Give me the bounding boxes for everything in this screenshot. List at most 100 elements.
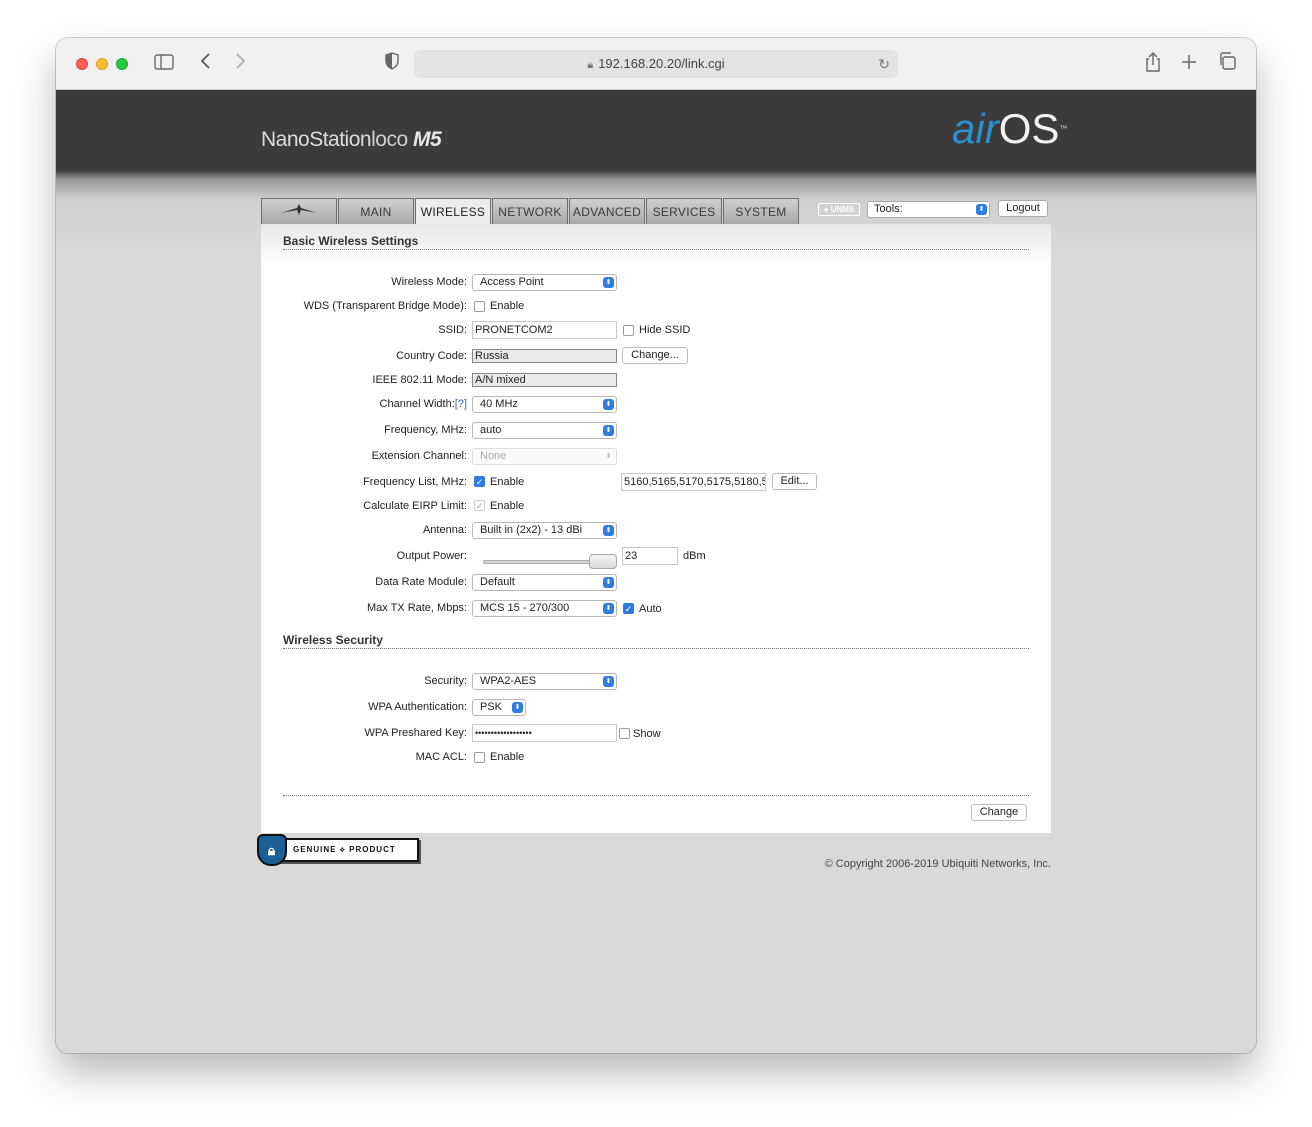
brand-name: NanoStation <box>261 128 372 151</box>
select-arrows-icon: ⬍ <box>512 702 523 713</box>
ieee-mode-field: A/N mixed <box>472 373 617 387</box>
reload-icon[interactable]: ↻ <box>878 50 890 78</box>
tab-wireless[interactable]: WIRELESS <box>415 198 491 225</box>
tab-overview-icon[interactable] <box>1216 52 1238 76</box>
tab-ubiquiti-logo[interactable] <box>261 198 337 224</box>
max-tx-rate-select[interactable]: MCS 15 - 270/300 ⬍ <box>472 600 617 617</box>
brand-model: M5 <box>412 128 442 151</box>
channel-width-label: Channel Width:[?] <box>380 398 467 410</box>
form-divider <box>283 795 1029 796</box>
browser-window: 🔒︎ 192.168.20.20/link.cgi ↻ NanoStationlo… <box>56 38 1256 1053</box>
data-rate-module-select[interactable]: Default ⬍ <box>472 574 617 591</box>
unms-label: UNMS <box>830 205 855 214</box>
hide-ssid-label: Hide SSID <box>639 324 691 336</box>
select-arrows-icon: ⬍ <box>603 525 614 536</box>
security-select[interactable]: WPA2-AES ⬍ <box>472 673 617 690</box>
wpa-authentication-label: WPA Authentication: <box>368 701 467 713</box>
tab-advanced[interactable]: ADVANCED <box>569 198 645 224</box>
wpa-authentication-select[interactable]: PSK ⬍ <box>472 699 526 716</box>
sidebar-toggle-icon[interactable] <box>152 52 176 76</box>
forward-icon[interactable] <box>230 52 250 76</box>
url-text: 192.168.20.20/link.cgi <box>598 56 725 71</box>
wds-label: WDS (Transparent Bridge Mode): <box>303 300 467 312</box>
lock-icon: 🔒︎ <box>587 59 594 71</box>
security-value: WPA2-AES <box>480 675 537 687</box>
mac-acl-checkbox[interactable] <box>474 752 485 763</box>
data-rate-module-label: Data Rate Module: <box>375 576 467 588</box>
channel-width-select[interactable]: 40 MHz ⬍ <box>472 396 617 413</box>
select-arrows-icon: ⬍ <box>603 603 614 614</box>
frequency-list-edit-button[interactable]: Edit... <box>772 473 817 490</box>
frequency-select[interactable]: auto ⬍ <box>472 422 617 439</box>
channel-width-help-link[interactable]: [?] <box>455 398 467 410</box>
select-arrows-icon: ⬍ <box>603 577 614 588</box>
wireless-mode-select[interactable]: Access Point ⬍ <box>472 274 617 291</box>
country-code-field: Russia <box>472 349 617 363</box>
show-key-label: Show <box>633 728 661 740</box>
country-code-label: Country Code: <box>396 350 467 362</box>
wpa-authentication-value: PSK <box>480 701 503 713</box>
max-tx-auto-label: Auto <box>639 603 662 615</box>
channel-width-value: 40 MHz <box>480 398 518 410</box>
tab-network[interactable]: NETWORK <box>492 198 568 224</box>
extension-channel-value: None <box>480 450 507 462</box>
eirp-limit-label: Calculate EIRP Limit: <box>363 500 467 512</box>
wireless-mode-label: Wireless Mode: <box>391 276 467 288</box>
select-arrows-icon: ⬍ <box>976 204 987 215</box>
privacy-shield-icon[interactable] <box>382 52 402 76</box>
airos-os: OS <box>998 105 1060 152</box>
share-icon[interactable] <box>1142 52 1164 76</box>
minimize-window-button[interactable] <box>96 58 108 70</box>
country-change-button[interactable]: Change... <box>622 347 688 364</box>
eirp-limit-checkbox: ✓ <box>474 500 485 511</box>
change-button[interactable]: Change <box>971 804 1027 821</box>
ubiquiti-logo-icon <box>279 204 319 220</box>
frequency-list-input[interactable]: 5160,5165,5170,5175,5180,5 <box>621 473 766 491</box>
frequency-value: auto <box>480 424 502 436</box>
max-tx-auto-checkbox[interactable]: ✓ <box>623 603 634 614</box>
copyright-text: © Copyright 2006-2019 Ubiquiti Networks,… <box>824 858 1051 870</box>
basic-wireless-settings-title: Basic Wireless Settings <box>283 234 1029 250</box>
wpa-preshared-key-input[interactable]: •••••••••••••••••• <box>472 724 617 742</box>
address-bar[interactable]: 🔒︎ 192.168.20.20/link.cgi ↻ <box>414 50 898 78</box>
output-power-slider-thumb[interactable] <box>589 554 617 569</box>
genuine-product-badge: 🔒︎ GENUINE ⟡ PRODUCT <box>257 834 419 866</box>
data-rate-module-value: Default <box>480 576 515 588</box>
frequency-list-enable-label: Enable <box>490 476 525 488</box>
wpa-preshared-key-label: WPA Preshared Key: <box>364 727 467 739</box>
frequency-list-label: Frequency List, MHz: <box>363 476 467 488</box>
ssid-label: SSID: <box>438 324 467 336</box>
close-window-button[interactable] <box>76 58 88 70</box>
channel-width-label-text: Channel Width: <box>379 398 455 410</box>
frequency-list-checkbox[interactable]: ✓ <box>474 476 485 487</box>
tools-select[interactable]: Tools: ⬍ <box>867 201 990 218</box>
tab-services[interactable]: SERVICES <box>646 198 722 224</box>
settings-panel: Basic Wireless Settings Wireless Mode: A… <box>261 224 1051 833</box>
wds-enable-checkbox[interactable] <box>474 301 485 312</box>
ssid-input[interactable]: PRONETCOM2 <box>472 321 617 339</box>
antenna-select[interactable]: Built in (2x2) - 13 dBi ⬍ <box>472 522 617 539</box>
output-power-input[interactable]: 23 <box>622 547 678 565</box>
tab-main[interactable]: MAIN <box>338 198 414 224</box>
unms-button[interactable]: ● UNMS <box>818 203 860 216</box>
brand-loco: loco <box>371 128 408 151</box>
wireless-mode-value: Access Point <box>480 276 544 288</box>
browser-toolbar: 🔒︎ 192.168.20.20/link.cgi ↻ <box>56 38 1256 90</box>
output-power-label: Output Power: <box>396 550 467 562</box>
new-tab-icon[interactable] <box>1178 52 1200 76</box>
airos-logo: airOS™ <box>952 106 1067 152</box>
tab-system[interactable]: SYSTEM <box>723 198 799 224</box>
antenna-value: Built in (2x2) - 13 dBi <box>480 524 583 536</box>
airos-tm: ™ <box>1059 124 1068 133</box>
mac-acl-label: MAC ACL: <box>415 751 467 763</box>
logout-button[interactable]: Logout <box>998 200 1048 217</box>
hide-ssid-checkbox[interactable] <box>623 325 634 336</box>
wds-enable-label: Enable <box>490 300 525 312</box>
back-icon[interactable] <box>196 52 216 76</box>
select-arrows-icon: ⬍ <box>603 425 614 436</box>
security-label: Security: <box>424 675 467 687</box>
show-key-checkbox[interactable] <box>619 728 630 739</box>
web-content: NanoStationloco M5 airOS™ MAIN WIRELESS … <box>56 90 1256 1053</box>
zoom-window-button[interactable] <box>116 58 128 70</box>
max-tx-rate-label: Max TX Rate, Mbps: <box>366 602 467 614</box>
